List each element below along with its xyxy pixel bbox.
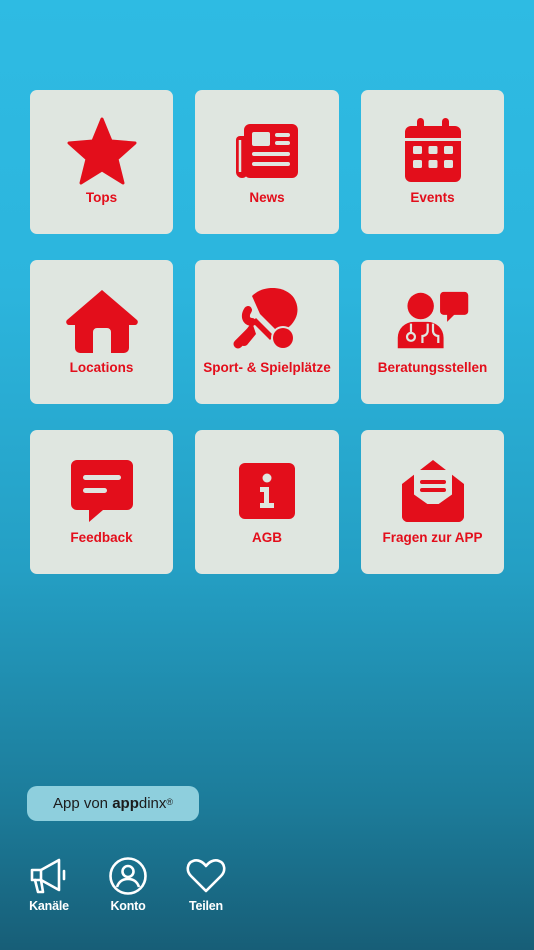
tile-beratungsstellen[interactable]: Beratungsstellen <box>361 260 504 404</box>
tile-label: Sport- & Spielplätze <box>203 360 331 375</box>
tile-events[interactable]: Events <box>361 90 504 234</box>
tile-label: Fragen zur APP <box>382 530 483 545</box>
tile-feedback[interactable]: Feedback <box>30 430 173 574</box>
table-tennis-icon <box>230 284 304 358</box>
appdinx-badge[interactable]: App von app dinx ® <box>27 786 199 821</box>
badge-registered: ® <box>166 796 174 807</box>
tile-agb[interactable]: AGB <box>195 430 339 574</box>
nav-label: Teilen <box>189 899 223 913</box>
tile-label: News <box>249 190 285 205</box>
tile-label: Beratungsstellen <box>377 360 488 375</box>
message-icon <box>65 454 139 528</box>
tile-label: Locations <box>69 360 134 375</box>
menu-grid: Tops News Events Locations Sport- & Spie… <box>30 90 504 574</box>
user-circle-icon <box>106 855 150 897</box>
badge-brand-bold: app <box>112 795 139 812</box>
tile-news[interactable]: News <box>195 90 339 234</box>
tile-tops[interactable]: Tops <box>30 90 173 234</box>
badge-prefix: App von <box>52 795 113 812</box>
tile-fragen-zur-app[interactable]: Fragen zur APP <box>361 430 504 574</box>
envelope-open-icon <box>396 454 470 528</box>
tile-sport-spielplaetze[interactable]: Sport- & Spielplätze <box>195 260 339 404</box>
badge-brand-rest: dinx <box>138 795 167 812</box>
nav-kanaele[interactable]: Kanäle <box>9 855 89 913</box>
tile-label: Feedback <box>70 530 133 545</box>
calendar-icon <box>396 114 470 188</box>
tile-label: AGB <box>252 530 282 545</box>
info-icon <box>230 454 304 528</box>
tile-locations[interactable]: Locations <box>30 260 173 404</box>
newspaper-icon <box>230 114 304 188</box>
tile-label: Events <box>410 190 455 205</box>
heart-icon <box>184 855 228 897</box>
nav-label: Konto <box>110 899 146 913</box>
nav-label: Kanäle <box>29 899 69 913</box>
star-icon <box>65 114 139 188</box>
nav-konto[interactable]: Konto <box>88 855 168 913</box>
doctor-chat-icon <box>396 284 470 358</box>
megaphone-icon <box>27 855 71 897</box>
tile-label: Tops <box>85 190 118 205</box>
nav-teilen[interactable]: Teilen <box>166 855 246 913</box>
house-icon <box>65 284 139 358</box>
